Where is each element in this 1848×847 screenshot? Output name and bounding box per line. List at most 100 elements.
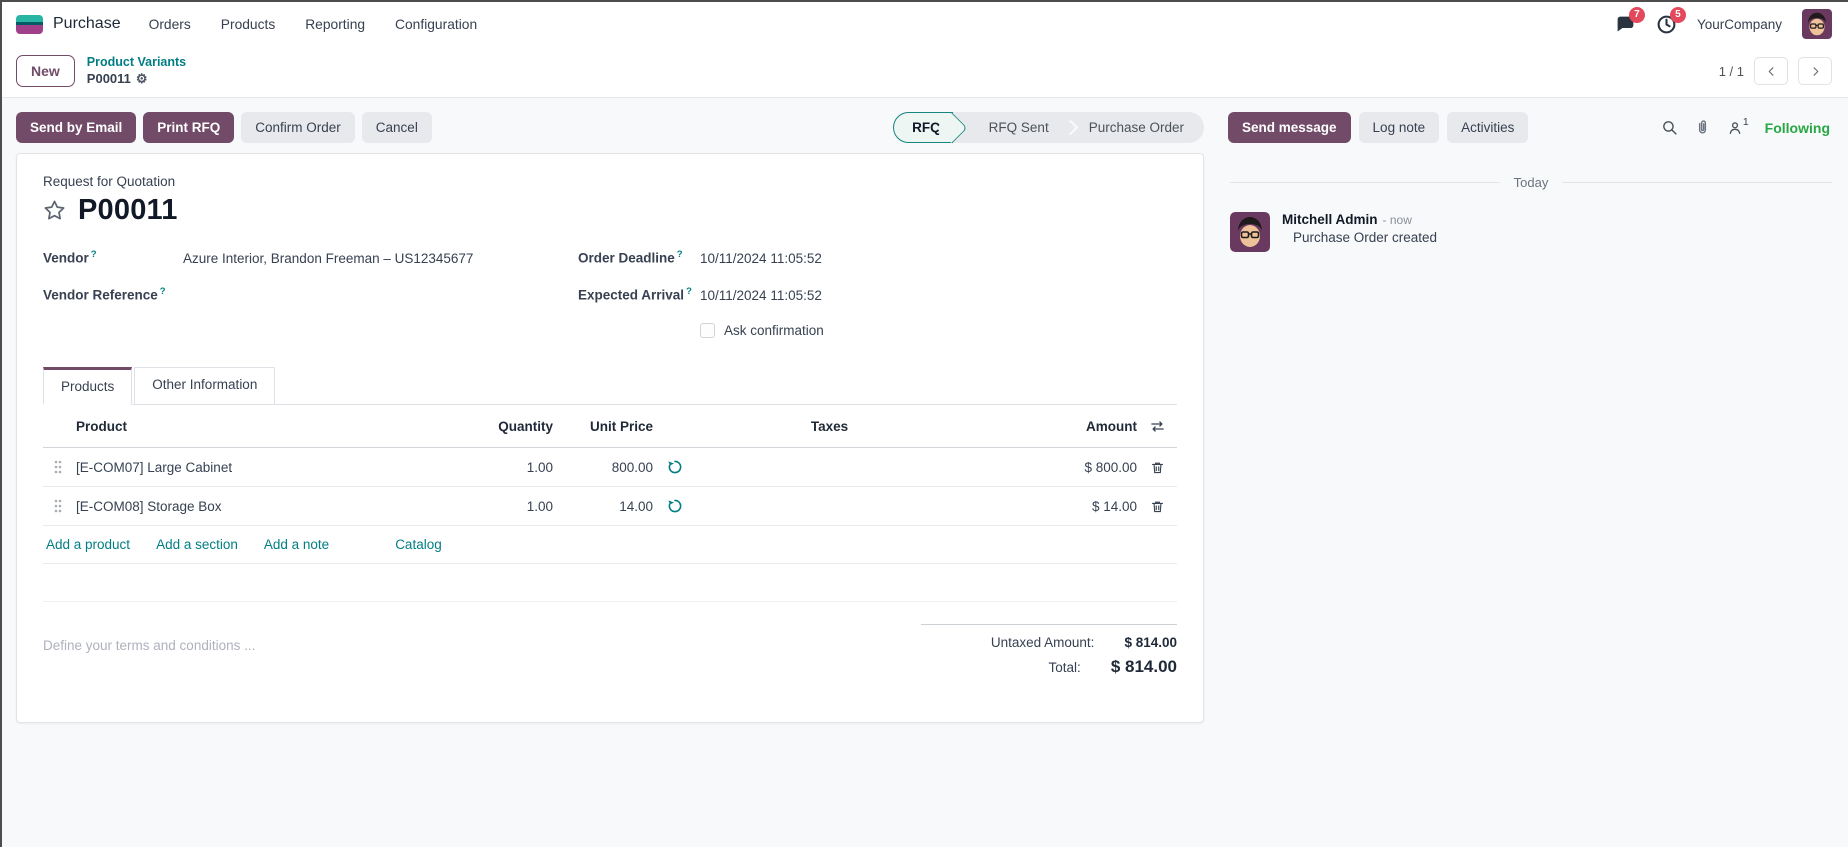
cell-unit-price[interactable]: 14.00 [553, 499, 653, 514]
total-label: Total: [1048, 660, 1081, 675]
cell-quantity[interactable]: 1.00 [458, 460, 553, 475]
order-deadline-label: Order Deadline [578, 250, 675, 266]
drag-handle-icon[interactable] [54, 499, 62, 513]
followers-icon[interactable]: 1 [1727, 116, 1749, 136]
drag-handle-icon[interactable] [54, 460, 62, 474]
vendor-reference-label: Vendor Reference [43, 287, 158, 303]
activities-clock-icon[interactable]: 5 [1656, 6, 1686, 35]
log-note-button[interactable]: Log note [1358, 112, 1440, 143]
activities-button[interactable]: Activities [1447, 112, 1529, 143]
document-type-label: Request for Quotation [43, 174, 176, 189]
activities-badge: 5 [1669, 6, 1686, 23]
help-icon: ? [676, 249, 683, 260]
print-rfq-button[interactable]: Print RFQ [143, 112, 235, 143]
vendor-label: Vendor [43, 250, 89, 266]
status-step-purchase-order[interactable]: Purchase Order [1069, 112, 1204, 143]
app-menu: Orders Products Reporting Configuration [149, 17, 478, 32]
chatter-message[interactable]: Mitchell Admin - now Purchase Order crea… [1230, 212, 1832, 252]
table-row[interactable]: [E-COM08] Storage Box 1.00 14.00 $ 14.00 [43, 487, 1177, 526]
cell-product[interactable]: [E-COM08] Storage Box [73, 499, 458, 514]
user-avatar[interactable] [1802, 9, 1832, 39]
table-header-row: Product Quantity Unit Price Taxes Amount [43, 405, 1177, 448]
untaxed-amount-value: $ 814.00 [1124, 635, 1177, 650]
send-message-button[interactable]: Send message [1228, 112, 1351, 143]
pager-previous-button[interactable] [1754, 57, 1788, 85]
col-amount[interactable]: Amount [962, 419, 1137, 434]
status-bar: RFQ RFQ Sent Purchase Order [893, 112, 1204, 143]
menu-reporting[interactable]: Reporting [305, 17, 365, 32]
col-unit-price[interactable]: Unit Price [553, 419, 653, 434]
pager: 1 / 1 [1719, 57, 1832, 85]
date-divider: Today [1230, 175, 1832, 190]
breadcrumb-parent[interactable]: Product Variants [87, 55, 186, 71]
chatter: Today Mitchell Admin - now Purchase Orde… [1204, 153, 1832, 252]
order-deadline-field[interactable]: 10/11/2024 11:05:52 [700, 251, 822, 266]
total-value: $ 814.00 [1110, 657, 1177, 676]
breadcrumb: Product Variants P00011 ⚙ [87, 55, 186, 87]
message-author-avatar[interactable] [1230, 212, 1270, 252]
following-toggle[interactable]: Following [1765, 120, 1830, 136]
navbar-systray: 7 5 YourCompany [1615, 6, 1832, 39]
favorite-star-icon[interactable] [43, 199, 66, 222]
tab-other-information[interactable]: Other Information [134, 367, 276, 405]
company-switcher[interactable]: YourCompany [1697, 17, 1782, 32]
confirm-order-button[interactable]: Confirm Order [241, 112, 355, 143]
order-lines-table: Product Quantity Unit Price Taxes Amount… [43, 405, 1177, 602]
send-by-email-button[interactable]: Send by Email [16, 112, 137, 143]
terms-and-conditions-input[interactable]: Define your terms and conditions ... [43, 624, 255, 684]
delete-row-icon[interactable] [1150, 499, 1165, 514]
attachments-paperclip-icon[interactable] [1694, 119, 1711, 136]
cell-quantity[interactable]: 1.00 [458, 499, 553, 514]
menu-orders[interactable]: Orders [149, 17, 191, 32]
main-content: Request for Quotation P00011 Vendor? Azu… [2, 143, 1848, 723]
expected-arrival-label: Expected Arrival [578, 287, 685, 303]
cell-unit-price[interactable]: 800.00 [553, 460, 653, 475]
untaxed-amount-label: Untaxed Amount: [990, 635, 1095, 650]
gear-icon[interactable]: ⚙ [136, 71, 148, 87]
breadcrumb-current: P00011 [86, 70, 131, 86]
totals-block: Untaxed Amount: $ 814.00 Total: $ 814.00 [921, 624, 1177, 684]
table-row[interactable]: [E-COM07] Large Cabinet 1.00 800.00 $ 80… [43, 448, 1177, 487]
optional-columns-icon[interactable] [1150, 419, 1165, 434]
price-history-icon[interactable] [667, 498, 683, 514]
col-taxes[interactable]: Taxes [697, 419, 962, 434]
delete-row-icon[interactable] [1150, 460, 1165, 475]
cell-amount: $ 800.00 [1084, 459, 1137, 475]
tab-products[interactable]: Products [43, 367, 133, 405]
app-name[interactable]: Purchase [53, 15, 121, 33]
cancel-button[interactable]: Cancel [361, 112, 432, 143]
help-icon: ? [90, 249, 97, 260]
messages-badge: 7 [1628, 6, 1645, 23]
help-icon: ? [159, 286, 166, 297]
field-grid: Vendor? Azure Interior, Brandon Freeman … [43, 249, 1053, 338]
status-step-rfq-sent[interactable]: RFQ Sent [969, 112, 1069, 143]
status-step-rfq[interactable]: RFQ [893, 112, 953, 143]
menu-products[interactable]: Products [221, 17, 275, 32]
notebook-tabs: Products Other Information [43, 366, 1177, 405]
help-icon: ? [686, 286, 692, 297]
catalog-link[interactable]: Catalog [395, 537, 442, 552]
messages-icon[interactable]: 7 [1615, 6, 1645, 35]
message-time: - now [1382, 213, 1412, 227]
expected-arrival-field[interactable]: 10/11/2024 11:05:52 [700, 288, 822, 303]
ask-confirmation-label: Ask confirmation [724, 323, 824, 338]
pager-count: 1 / 1 [1718, 63, 1744, 79]
pager-next-button[interactable] [1798, 57, 1832, 85]
page-title: P00011 [78, 194, 178, 226]
cell-product[interactable]: [E-COM07] Large Cabinet [73, 460, 458, 475]
ask-confirmation-checkbox[interactable] [700, 323, 715, 338]
menu-configuration[interactable]: Configuration [395, 17, 477, 32]
apps-menu-icon[interactable] [16, 14, 43, 34]
add-a-product-link[interactable]: Add a product [46, 537, 130, 552]
add-a-section-link[interactable]: Add a section [156, 537, 238, 552]
top-navbar: Purchase Orders Products Reporting Confi… [2, 2, 1848, 46]
col-product[interactable]: Product [73, 419, 458, 434]
search-messages-icon[interactable] [1661, 119, 1678, 136]
breadcrumb-bar: New Product Variants P00011 ⚙ 1 / 1 [2, 46, 1848, 98]
col-quantity[interactable]: Quantity [458, 419, 553, 434]
price-history-icon[interactable] [667, 459, 683, 475]
add-a-note-link[interactable]: Add a note [264, 537, 329, 552]
vendor-field[interactable]: Azure Interior, Brandon Freeman – US1234… [183, 251, 473, 266]
new-button[interactable]: New [16, 55, 75, 87]
message-body: Purchase Order created [1293, 230, 1438, 245]
